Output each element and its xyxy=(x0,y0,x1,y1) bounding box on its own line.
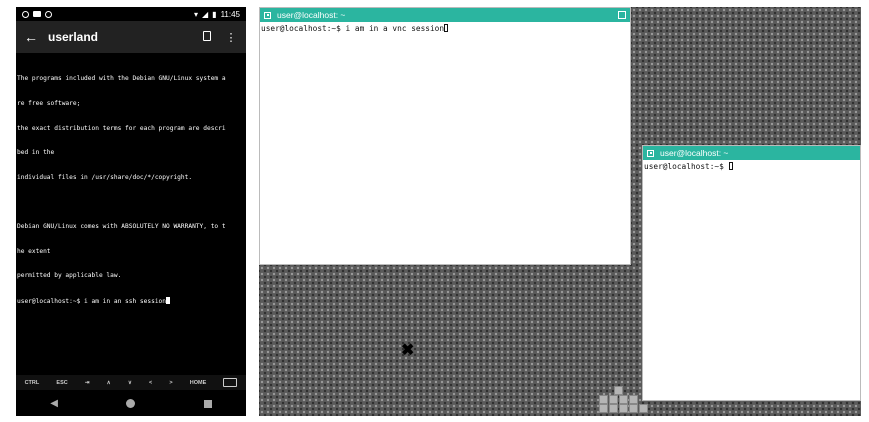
terminal-prompt-line: user@localhost:~$ i am in an ssh session xyxy=(17,296,245,306)
message-icon xyxy=(33,11,41,17)
settings-notification-icon xyxy=(45,10,52,18)
terminal-line: bed in the xyxy=(17,149,55,157)
window-menu-icon[interactable] xyxy=(647,149,654,157)
status-bar: ▾ ◢ ▮ 11:45 xyxy=(16,7,246,21)
key-esc[interactable]: ESC xyxy=(56,380,67,386)
wifi-icon: ▾ xyxy=(193,9,198,19)
key-up[interactable]: ∧ xyxy=(107,380,111,386)
more-options-icon[interactable]: ⋮ xyxy=(224,31,238,44)
block-pile-icon xyxy=(599,385,649,413)
key-down[interactable]: ∨ xyxy=(128,380,132,386)
nav-recents-icon[interactable] xyxy=(203,399,212,408)
key-right[interactable]: > xyxy=(169,380,172,386)
xterm-window-second[interactable]: user@localhost: ~ user@localhost:~$ xyxy=(642,145,861,401)
phone-screen: ▾ ◢ ▮ 11:45 ← userland ⋮ The programs in… xyxy=(16,7,246,416)
nav-home-icon[interactable] xyxy=(126,399,136,408)
android-nav-bar: ◀ xyxy=(16,391,246,416)
app-toolbar: ← userland ⋮ xyxy=(16,21,246,53)
clipboard-icon[interactable] xyxy=(200,30,214,44)
back-arrow-icon[interactable]: ← xyxy=(24,29,48,45)
window-titlebar[interactable]: user@localhost: ~ xyxy=(260,8,630,22)
window-title: user@localhost: ~ xyxy=(660,148,729,158)
xterm-cursor xyxy=(444,24,449,32)
terminal-cursor xyxy=(166,296,171,304)
window-title: user@localhost: ~ xyxy=(277,10,346,20)
nav-back-icon[interactable]: ◀ xyxy=(50,398,58,409)
terminal-line: the exact distribution terms for each pr… xyxy=(17,124,226,132)
vnc-desktop[interactable]: user@localhost: ~ user@localhost:~$ i am… xyxy=(259,7,861,416)
xterm-window-vnc[interactable]: user@localhost: ~ user@localhost:~$ i am… xyxy=(259,7,631,265)
terminal-line: permitted by applicable law. xyxy=(17,272,122,280)
x-cursor-icon: ✖ xyxy=(401,342,415,359)
terminal-prompt-text: user@localhost:~$ i am in an ssh session xyxy=(17,297,167,305)
terminal-line: The programs included with the Debian GN… xyxy=(17,75,226,83)
key-ctrl[interactable]: CTRL xyxy=(25,380,40,386)
notification-icon xyxy=(22,10,29,18)
xterm-content[interactable]: user@localhost:~$ xyxy=(643,160,860,174)
window-titlebar[interactable]: user@localhost: ~ xyxy=(643,146,860,160)
xterm-cursor xyxy=(728,162,733,170)
xterm-line: user@localhost:~$ xyxy=(644,162,729,171)
key-tab[interactable]: ⇥ xyxy=(85,380,90,386)
maximize-icon[interactable] xyxy=(618,11,626,19)
battery-icon: ▮ xyxy=(212,9,217,19)
xterm-content[interactable]: user@localhost:~$ i am in a vnc session xyxy=(260,22,630,36)
terminal-line: he extent xyxy=(17,247,51,255)
terminal-line: Debian GNU/Linux comes with ABSOLUTELY N… xyxy=(17,223,226,231)
key-home[interactable]: HOME xyxy=(190,380,207,386)
keyboard-icon[interactable] xyxy=(223,378,238,387)
terminal-line: re free software; xyxy=(17,100,81,108)
app-title: userland xyxy=(48,30,99,44)
status-time: 11:45 xyxy=(220,9,240,19)
xterm-line: user@localhost:~$ i am in a vnc session xyxy=(261,24,445,33)
terminal-line: individual files in /usr/share/doc/*/cop… xyxy=(17,173,193,181)
key-left[interactable]: < xyxy=(149,380,152,386)
signal-icon: ◢ xyxy=(202,9,209,19)
extra-keys-bar: CTRL ESC ⇥ ∧ ∨ < > HOME xyxy=(16,375,246,390)
ssh-terminal-output[interactable]: The programs included with the Debian GN… xyxy=(16,59,246,322)
window-menu-icon[interactable] xyxy=(264,11,271,19)
